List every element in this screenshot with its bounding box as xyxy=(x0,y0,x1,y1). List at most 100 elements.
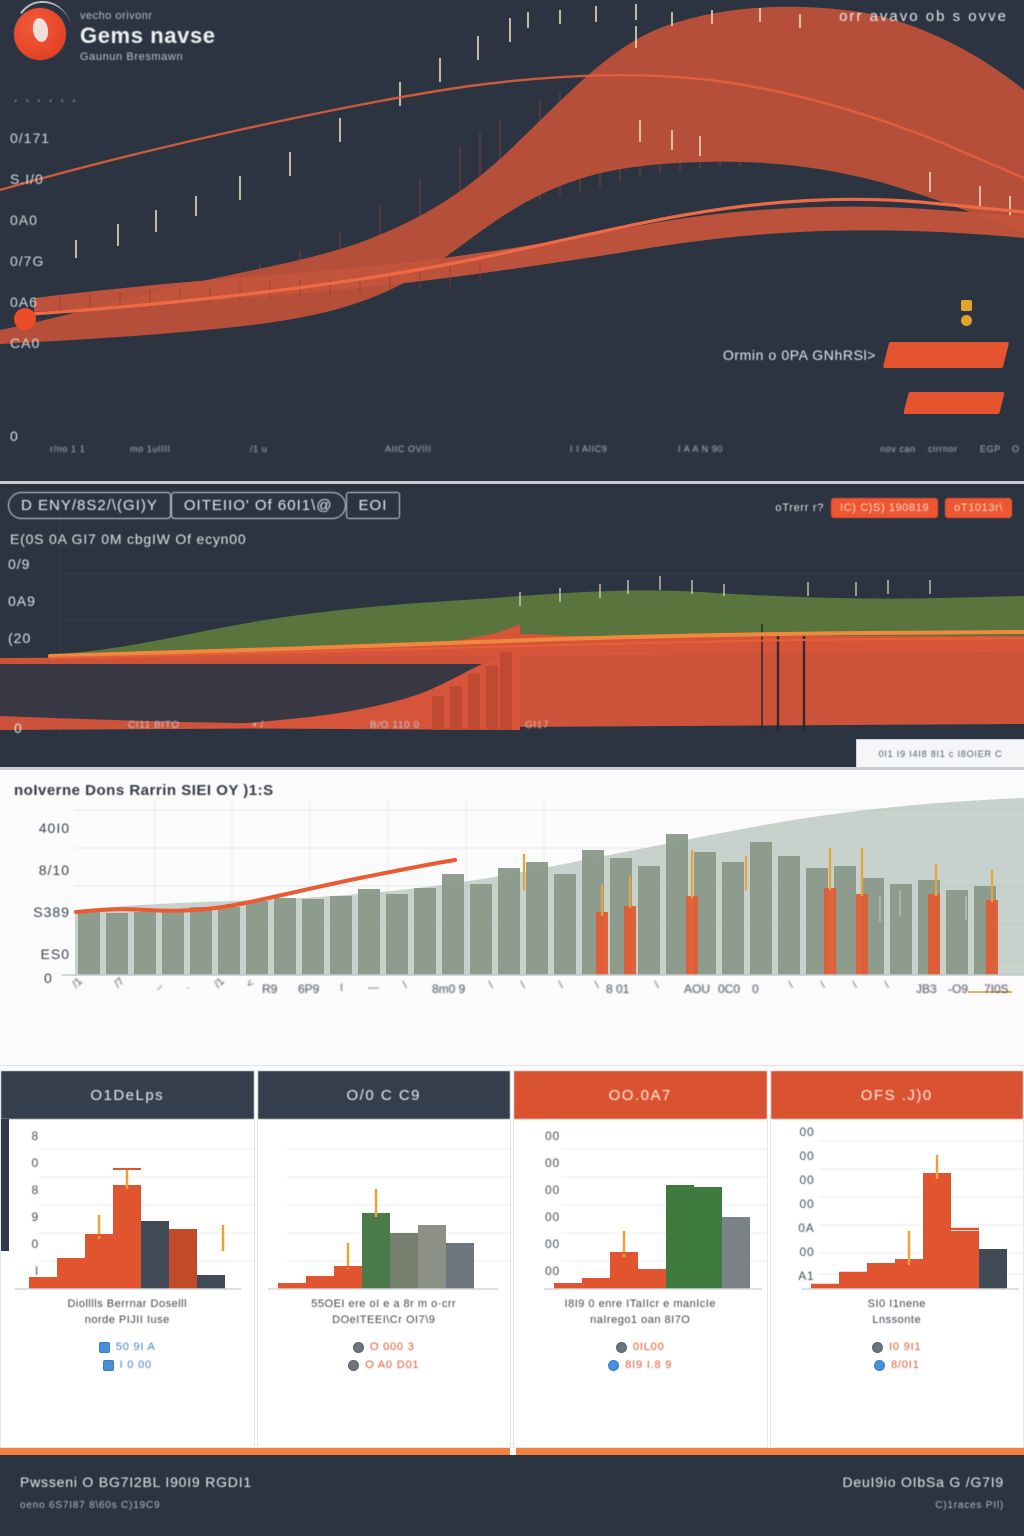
card-y-tick: 00 xyxy=(545,1129,560,1143)
list-item[interactable]: 8I9 I.8 9 xyxy=(608,1359,672,1371)
card-y-tick: 0 xyxy=(31,1156,39,1170)
combo-x-tick: / xyxy=(556,979,567,991)
page-title: Gems navse xyxy=(80,23,216,48)
panel-two-x-tick: • / xyxy=(253,720,264,731)
metric-card[interactable]: O1DeLps 8 0 8 9 0 I Diolllls Berrnar Dos… xyxy=(0,1070,255,1448)
radio-icon[interactable] xyxy=(615,1341,627,1353)
list-item[interactable]: I 0 00 xyxy=(102,1359,152,1371)
card-y-tick: 00 xyxy=(545,1237,560,1251)
breadcrumb-pill-2[interactable]: OITEIIO' Of 60I1\@ xyxy=(170,492,346,519)
metric-card[interactable]: O/0 C C9 55OEI ere oI e a 8r m o·crr DOe… xyxy=(256,1070,511,1448)
hero-x-tick: r/no 1 1 xyxy=(50,444,86,454)
card-item-list: 50 9I A I 0 00 xyxy=(1,1341,254,1371)
circle-badge-icon xyxy=(961,315,972,326)
panel-two-primary-button[interactable]: IC) C)S) 190819 xyxy=(831,498,939,518)
list-item[interactable]: 0IL00 xyxy=(615,1341,665,1353)
card-y-tick: 0 xyxy=(31,1237,39,1251)
panel-two-action-label: oTrerr r? xyxy=(775,502,825,514)
hero-y-tick: 0/171 xyxy=(10,130,51,146)
panel-two-float-text: 0I1 I9 I4I8 8I1 c I8OIER C xyxy=(878,748,1003,759)
card-header: OFS .J)0 xyxy=(770,1071,1023,1119)
brand: vecho orivonr Gems navse Gaunun Bresmawn xyxy=(14,8,216,63)
hero-chart-panel: vecho orivonr Gems navse Gaunun Bresmawn… xyxy=(0,0,1024,484)
panel-two-secondary-button[interactable]: oT1013r\ xyxy=(945,498,1012,518)
card-caption: Diolllls Berrnar Doselll norde PIJII Ius… xyxy=(67,1298,188,1326)
combo-x-tick: — xyxy=(368,982,379,994)
metric-card[interactable]: OFS .J)0 00 00 00 00 0A 00 A1 SI0 I1nene… xyxy=(769,1070,1024,1448)
hero-y-zero: 0 xyxy=(10,428,18,444)
list-item[interactable]: I0 9I1 xyxy=(872,1341,921,1353)
combo-x-tick: 8 01 xyxy=(606,982,630,996)
combo-y-axis: 40I0 8/10 S389 ES0 xyxy=(14,820,70,988)
hero-dots: • • • • • • xyxy=(14,96,79,106)
card-y-tick: 00 xyxy=(545,1156,560,1170)
hero-callout-text: Ormin o 0PA GNhRSl> xyxy=(722,347,876,363)
radio-icon[interactable] xyxy=(608,1359,620,1371)
combo-x-tick: / xyxy=(518,979,529,991)
hero-x-tick: nov can xyxy=(880,444,916,454)
footer-accent-right xyxy=(516,1448,1024,1455)
list-item[interactable]: O 000 3 xyxy=(352,1341,415,1353)
combo-x-tick: AOU xyxy=(684,982,711,996)
card-header: OO.0A7 xyxy=(514,1071,767,1119)
hero-y-tick: 0A0 xyxy=(10,212,38,228)
hero-x-tick: I A A N 90 xyxy=(678,444,724,454)
footer-left-subtitle: oeno 6S7I87 8\60s C)19C9 xyxy=(20,1499,161,1511)
card-y-axis: 8 0 8 9 0 I xyxy=(5,1129,39,1291)
panel-two-subtitle: E(0S 0A GI7 0M cbgIW Of ecyn00 xyxy=(10,531,247,547)
hero-y-tick: 0/7G xyxy=(10,253,45,269)
list-item-label: 8/0I1 xyxy=(891,1359,920,1371)
radio-icon[interactable] xyxy=(348,1359,360,1371)
hero-callout-chip[interactable] xyxy=(882,342,1010,368)
hero-x-tick: O xyxy=(1012,444,1020,454)
page-subtitle: Gaunun Bresmawn xyxy=(80,51,184,63)
app-logo-icon xyxy=(14,8,66,60)
card-item-list: I0 9I1 8/0I1 xyxy=(771,1341,1024,1371)
hero-x-tick: cirrnor xyxy=(928,444,958,454)
square-badge-icon xyxy=(961,300,972,311)
panel-two-toolbar: D ENY/8S2/\(GI)Y OITEIIO' Of 60I1\@ EOI xyxy=(8,492,401,519)
metric-card[interactable]: OO.0A7 00 00 00 00 00 00 I8I9 0 enre ITa… xyxy=(513,1070,768,1448)
hero-series-marker xyxy=(14,308,36,330)
card-body: 8 0 8 9 0 I Diolllls Berrnar Doselll nor… xyxy=(1,1119,254,1447)
card-mini-bar-chart xyxy=(1,1119,254,1290)
hero-x-tick: mo 1uIIII xyxy=(130,444,171,454)
breadcrumb-pill-1[interactable]: D ENY/8S2/\(GI)Y xyxy=(8,492,171,519)
card-item-list: 0IL00 8I9 I.8 9 xyxy=(514,1341,767,1371)
card-caption: I8I9 0 enre ITaIIcr e manIcIe naIrego1 o… xyxy=(564,1298,716,1326)
footer-right-title: DeuI9io OIbSa G /G7I9 xyxy=(842,1473,1004,1490)
card-body: 00 00 00 00 0A 00 A1 SI0 I1nene Lnssonte… xyxy=(771,1119,1024,1447)
card-body: 55OEI ere oI e a 8r m o·crr DOeITEEI\Cr … xyxy=(258,1119,511,1447)
card-y-tick: 00 xyxy=(545,1264,560,1278)
hero-callout-chip-secondary[interactable] xyxy=(903,392,1005,414)
radio-icon[interactable] xyxy=(872,1341,884,1353)
radio-icon[interactable] xyxy=(352,1341,364,1353)
card-y-tick: 00 xyxy=(545,1183,560,1197)
combo-chart xyxy=(62,798,1024,993)
card-y-axis: 00 00 00 00 00 00 xyxy=(526,1129,560,1291)
list-item[interactable]: 8/0I1 xyxy=(874,1359,919,1371)
checkbox-icon[interactable] xyxy=(102,1359,114,1371)
breadcrumb-pill-3[interactable]: EOI xyxy=(345,492,401,519)
panel-two-y-axis: 0/9 0A9 (20 xyxy=(8,556,36,667)
panel-two-actions: oTrerr r? IC) C)S) 190819 oT1013r\ xyxy=(775,498,1012,518)
combo-x-tick: JB3 xyxy=(916,982,937,996)
checkbox-icon[interactable] xyxy=(98,1341,110,1353)
radio-icon[interactable] xyxy=(874,1359,886,1371)
list-item-label: O A0 D01 xyxy=(365,1359,420,1371)
footer: Pwsseni O BG7I2BL I90I9 RGDI1 oeno 6S7I8… xyxy=(0,1448,1024,1536)
panel-two-float-label: 0I1 I9 I4I8 8I1 c I8OIER C xyxy=(856,739,1024,767)
card-header: O1DeLps xyxy=(1,1071,254,1119)
card-y-tick: 8 xyxy=(31,1129,39,1143)
list-item[interactable]: O A0 D01 xyxy=(348,1359,419,1371)
card-body: 00 00 00 00 00 00 I8I9 0 enre ITaIIcr e … xyxy=(514,1119,767,1447)
combo-x-tick: · xyxy=(186,982,190,994)
panel-two-y-zero: 0 xyxy=(14,720,22,736)
card-y-tick: 00 xyxy=(799,1197,815,1211)
hero-x-tick: EGP xyxy=(980,444,1001,454)
list-item[interactable]: 50 9I A xyxy=(98,1341,156,1353)
card-y-tick: 0A xyxy=(798,1221,815,1235)
combo-x-tick: 0 xyxy=(752,982,759,996)
card-header: O/0 C C9 xyxy=(257,1071,510,1119)
combo-y-tick: S389 xyxy=(33,904,70,920)
